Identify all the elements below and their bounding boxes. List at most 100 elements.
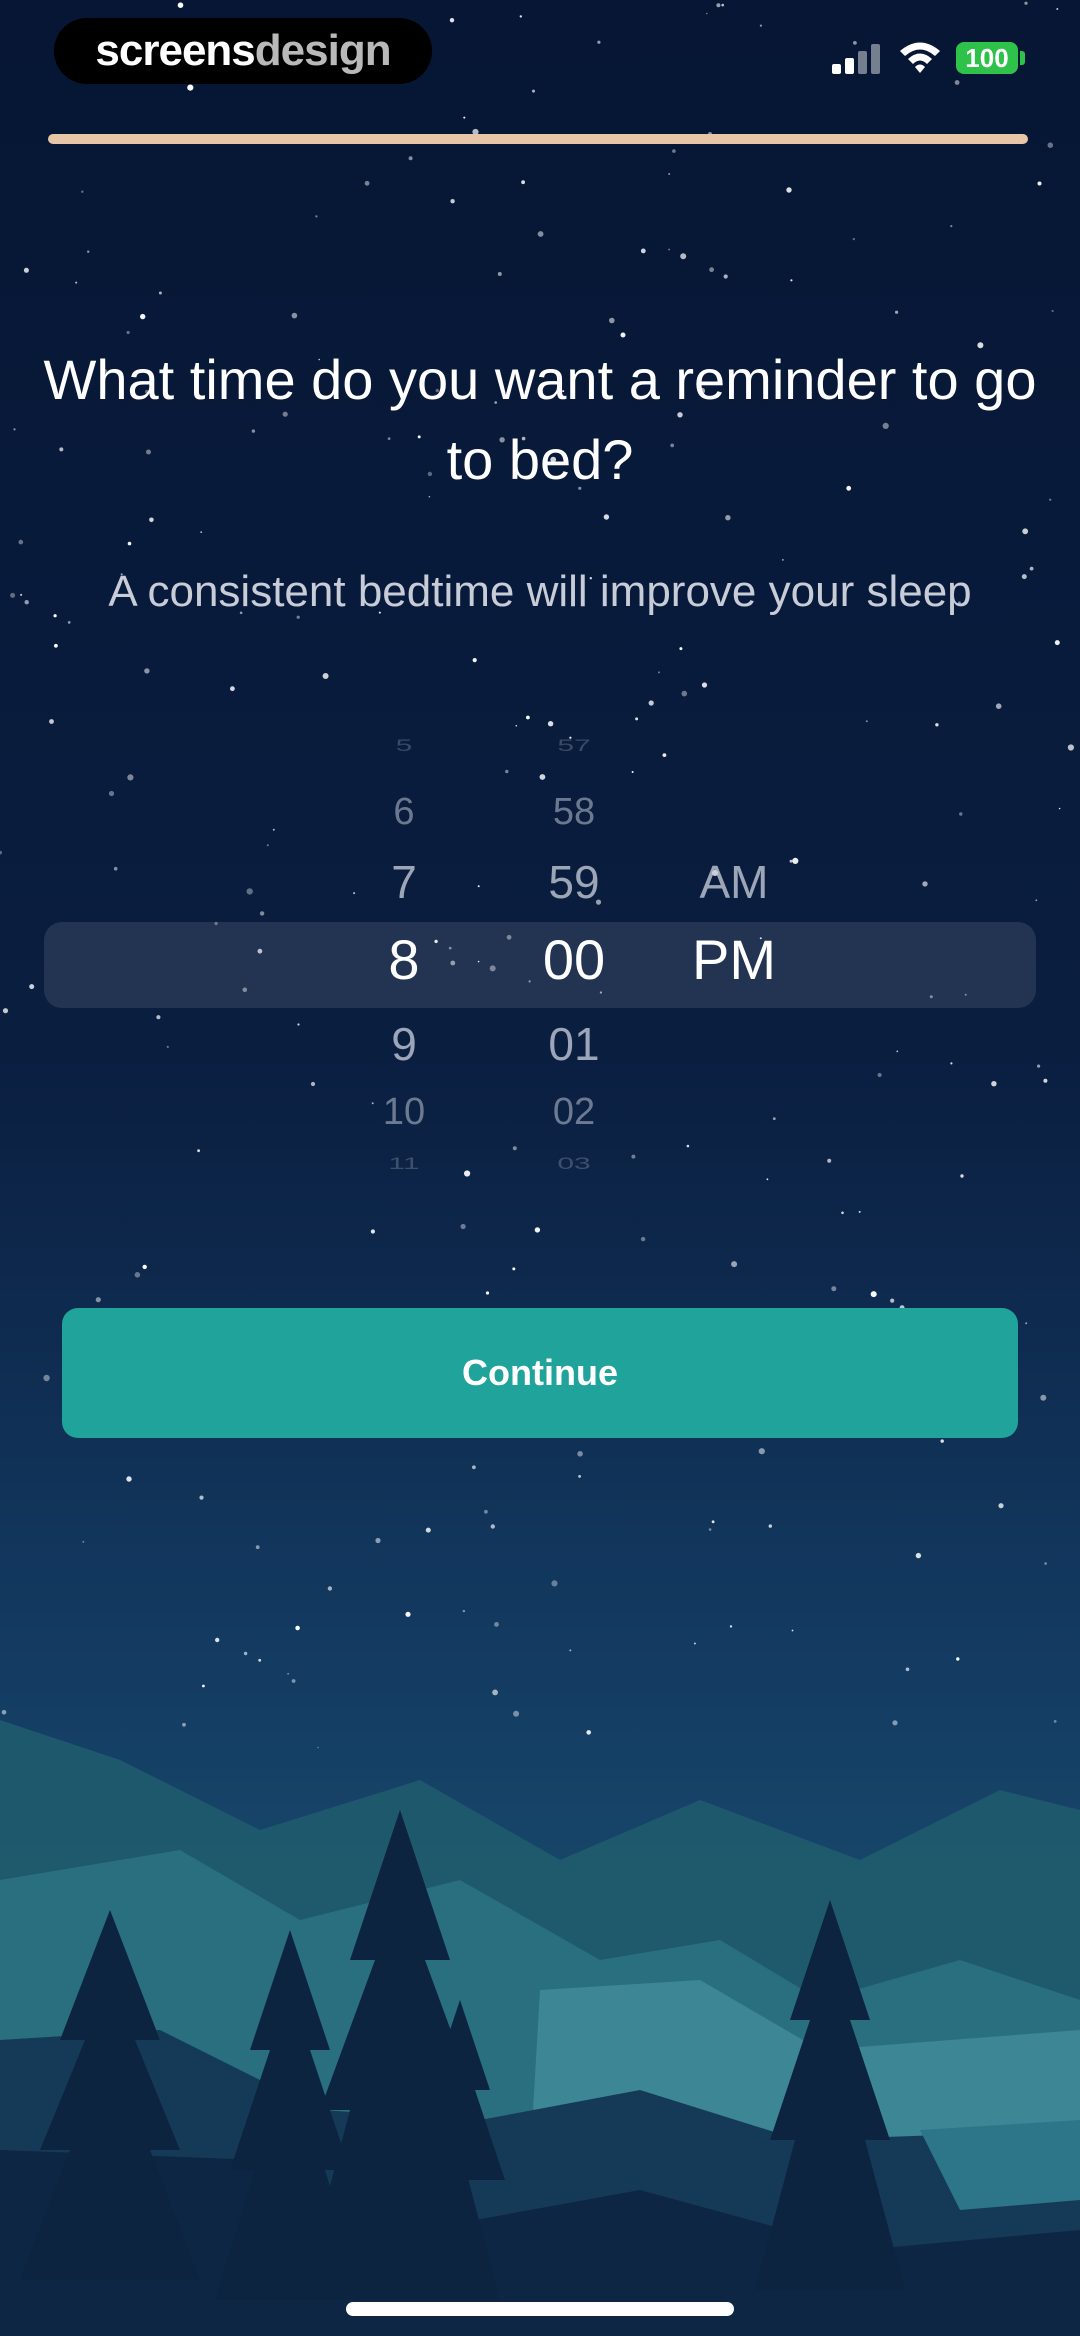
star [75,281,78,284]
star [81,190,84,193]
star [134,1272,141,1278]
star [127,541,132,546]
star [640,1236,646,1242]
question-title: What time do you want a reminder to go t… [43,348,1037,491]
bedtime-picker[interactable]: 5 6 7 8 9 10 11 57 58 59 00 01 02 03 AM PM [44,724,1036,1204]
star [255,1545,260,1550]
star [551,1580,558,1587]
am-pm-wheel[interactable]: AM PM [624,724,844,1204]
star [721,3,724,7]
star [672,149,676,153]
star [577,1451,583,1457]
star [258,1658,262,1662]
star [322,673,329,679]
star [1024,1,1028,5]
star [768,1524,772,1528]
star [187,84,194,91]
star [831,1286,837,1292]
star [706,12,708,15]
star [54,643,58,648]
home-indicator [346,2302,734,2316]
brand-text-screens: screens [95,26,255,75]
star [680,253,687,260]
star [1037,181,1042,186]
star [635,717,639,721]
battery-cap [1020,51,1025,65]
star [954,80,960,85]
star [841,1211,844,1215]
star [472,658,477,663]
star [405,1611,411,1617]
star [449,18,455,23]
cellular-signal-icon [832,44,882,74]
star [940,1439,944,1443]
period-option[interactable]: AM [624,859,844,905]
star [460,1223,466,1230]
star [708,1528,712,1531]
star [1037,1064,1041,1068]
star [597,40,601,44]
star [782,559,784,561]
star [182,1722,186,1727]
star [1044,1562,1047,1565]
star [609,317,615,324]
star [852,237,855,241]
star [790,279,793,282]
star [759,24,763,27]
star [709,267,714,273]
star [140,313,146,320]
star [1058,807,1061,810]
star [291,312,298,319]
star [723,274,728,279]
brand-text-design: design [254,26,392,75]
star [315,215,318,218]
star [199,1495,204,1500]
star [668,248,670,251]
star [82,1540,85,1543]
star [1054,640,1060,646]
star [693,1642,696,1645]
star [865,720,868,723]
period-selected[interactable]: PM [624,932,844,988]
star [484,1509,488,1514]
star [895,310,899,314]
star [725,515,731,521]
star [177,2,184,9]
star [126,1476,132,1482]
star [1051,309,1054,313]
star [731,1261,738,1268]
star [569,1649,572,1652]
star [492,1689,498,1696]
star [603,514,610,520]
star [532,89,535,93]
star [578,1475,581,1478]
star [950,225,953,228]
star [200,531,203,533]
star [586,1730,591,1735]
star [18,539,24,545]
star [1025,1322,1028,1325]
star [1022,528,1029,535]
star [497,272,502,276]
star [472,1465,476,1470]
star [43,1374,50,1382]
star [620,332,626,338]
continue-button[interactable]: Continue [62,1308,1018,1438]
star [526,715,530,720]
star [295,1625,300,1631]
star [87,250,90,253]
star [995,703,1002,709]
star [716,3,721,8]
star [870,1291,877,1298]
star [521,180,525,185]
star [408,156,413,161]
star [494,1622,499,1627]
star [758,1448,765,1455]
star [998,1503,1004,1509]
star [2,1008,9,1014]
star [890,1298,895,1303]
star [1056,8,1059,10]
star [370,1229,375,1234]
star [202,1684,205,1688]
star [287,1673,289,1675]
